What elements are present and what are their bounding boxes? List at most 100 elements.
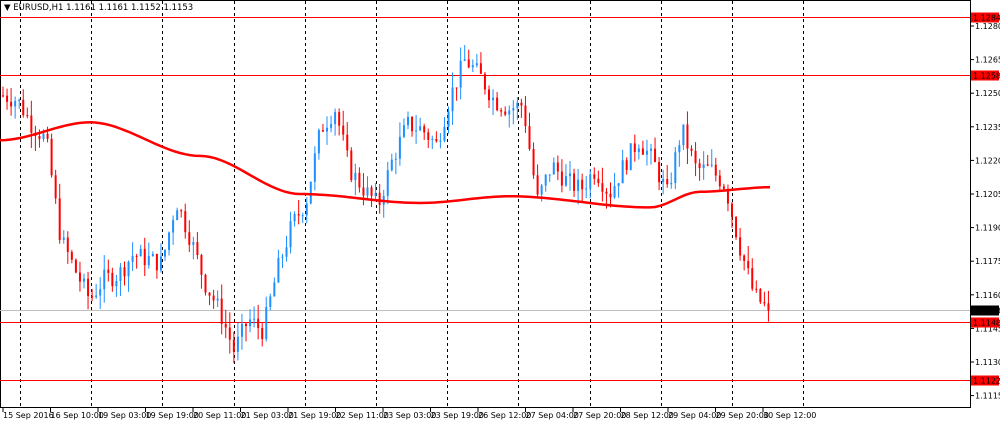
- candle-body: [714, 164, 717, 176]
- candle-body: [346, 134, 349, 151]
- candle-body: [613, 186, 616, 198]
- candle-body: [200, 255, 203, 275]
- price-chart[interactable]: 1.1280 1.1265 1.1250 1.1235 1.1220 1.1205 1.11…: [0, 0, 1000, 423]
- candle-body: [475, 63, 478, 66]
- x-tick-label: 20 Sep 11:00: [193, 411, 246, 420]
- candle-body: [74, 259, 77, 273]
- candle-body: [508, 110, 511, 115]
- candle-body: [702, 164, 705, 169]
- candle-body: [463, 59, 466, 61]
- candle-body: [176, 210, 179, 221]
- candle-body: [407, 116, 409, 126]
- candle-body: [394, 158, 397, 160]
- candle-body: [216, 298, 219, 301]
- candle-body: [686, 124, 689, 149]
- candle-body: [301, 215, 304, 217]
- candle-body: [690, 148, 693, 151]
- candle-body: [674, 152, 677, 184]
- chart-window[interactable]: 1.1280 1.1265 1.1250 1.1235 1.1220 1.1205 1.11…: [0, 0, 1000, 423]
- symbol-label: EURUSD,H1: [13, 3, 64, 13]
- candle-body: [317, 130, 320, 154]
- candle-body: [645, 150, 648, 155]
- candle-body: [139, 248, 142, 257]
- candle-body: [6, 95, 9, 102]
- candle-body: [131, 255, 134, 262]
- candle-body: [184, 211, 187, 233]
- candle-body: [91, 296, 94, 298]
- level-price-label: 1.1148: [973, 319, 1000, 328]
- candle-body: [516, 102, 519, 109]
- candle-body: [569, 173, 571, 177]
- candle-body: [512, 108, 515, 111]
- candle-body: [459, 60, 462, 88]
- candle-body: [731, 203, 733, 218]
- candle-body: [95, 295, 98, 297]
- candle-body: [87, 278, 90, 297]
- candle-body: [58, 198, 61, 240]
- candle-body: [625, 160, 628, 171]
- candle-body: [50, 138, 53, 176]
- candle-body: [293, 214, 296, 222]
- candle-body: [265, 306, 268, 340]
- candle-body: [188, 232, 191, 245]
- candle-body: [411, 116, 414, 132]
- candle-body: [601, 183, 604, 192]
- candle-body: [305, 203, 308, 216]
- candle-body: [350, 150, 353, 181]
- candle-body: [589, 174, 592, 189]
- candle-body: [228, 327, 231, 340]
- candle-body: [78, 272, 81, 282]
- x-tick-label: 26 Sep 12:00: [478, 411, 531, 420]
- candle-body: [192, 242, 195, 245]
- y-tick-label: 1.1115: [975, 392, 1000, 401]
- candle-body: [127, 261, 130, 277]
- candle-body: [443, 126, 446, 141]
- candle-body: [605, 191, 608, 194]
- candle-body: [62, 237, 65, 240]
- candle-body: [496, 97, 499, 111]
- candle-body: [662, 179, 665, 183]
- candle-body: [289, 221, 292, 248]
- candle-body: [682, 124, 685, 146]
- candle-body: [224, 323, 227, 328]
- y-tick-label: 1.1220: [975, 156, 1000, 165]
- candle-body: [212, 295, 215, 301]
- candle-body: [147, 256, 150, 266]
- candle-body: [658, 162, 661, 183]
- candle-body: [277, 257, 280, 283]
- candle-body: [654, 148, 657, 163]
- x-tick-label: 21 Sep 19:00: [288, 411, 341, 420]
- candle-body: [168, 232, 171, 250]
- candle-body: [338, 112, 341, 126]
- candle-body: [180, 210, 183, 212]
- candle-body: [236, 336, 239, 352]
- candle-body: [326, 127, 328, 132]
- candle-body: [83, 278, 85, 282]
- candle-body: [573, 173, 576, 191]
- candle-body: [285, 247, 288, 257]
- level-price-label: 1.1258: [973, 72, 1000, 81]
- candle-body: [370, 187, 373, 196]
- candle-body: [313, 153, 316, 182]
- candle-body: [151, 253, 154, 257]
- candle-body: [297, 214, 300, 216]
- candle-body: [532, 149, 535, 176]
- y-tick-label: 1.1265: [975, 56, 1000, 65]
- candle-body: [358, 172, 361, 188]
- y-tick-label: 1.1175: [975, 257, 1000, 266]
- y-tick-label: 1.1280: [975, 22, 1000, 31]
- candle-body: [743, 255, 746, 261]
- candle-body: [524, 105, 527, 127]
- candle-body: [334, 112, 337, 125]
- candle-body: [633, 143, 636, 153]
- dropdown-triangle-icon[interactable]: ▼: [4, 3, 11, 13]
- plot-frame: [0, 0, 971, 408]
- candle-body: [115, 281, 118, 287]
- candle-body: [14, 101, 17, 107]
- candle-body: [650, 148, 652, 151]
- candle-body: [556, 162, 559, 172]
- x-tick-label: 23 Sep 03:00: [383, 411, 436, 420]
- candle-body: [330, 124, 333, 128]
- candle-body: [536, 175, 539, 195]
- candle-body: [597, 178, 600, 184]
